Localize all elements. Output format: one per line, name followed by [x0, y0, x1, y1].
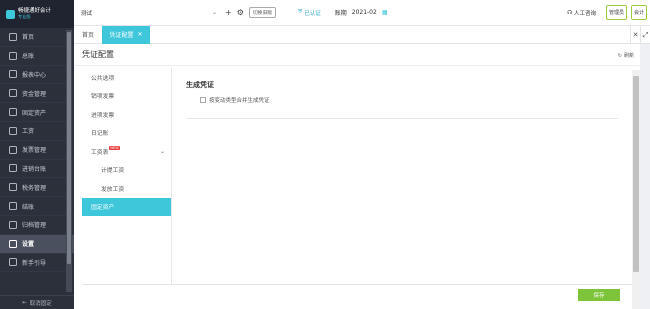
- menu-item-purchase-invoice[interactable]: 进项发票: [82, 105, 171, 124]
- section-title: 生成凭证: [186, 81, 214, 89]
- sidebar-item-tax[interactable]: 税务管理: [0, 178, 74, 198]
- merge-by-change-type-option[interactable]: 按变动类型合并生成凭证: [200, 96, 620, 104]
- menu-item-accrue-salary[interactable]: 计提工资: [82, 161, 171, 180]
- certified-badge[interactable]: ⛨ 已认证: [298, 9, 321, 17]
- tax-icon: [9, 183, 17, 192]
- content-scrollbar[interactable]: [632, 70, 640, 309]
- tab-voucher-config[interactable]: 凭证配置 ✕: [102, 25, 151, 44]
- asset-icon: [9, 108, 17, 117]
- logo[interactable]: 畅捷通好会计 专业版: [0, 0, 74, 28]
- sidebar-item-home[interactable]: 首页: [0, 28, 74, 47]
- tabs-bar: 首页 凭证配置 ✕ ✕ ⤢: [74, 25, 650, 44]
- ledger-icon: [9, 51, 17, 60]
- guide-icon: [9, 258, 17, 267]
- chevron-left-icon: ⇤: [22, 299, 27, 306]
- archive-icon: [9, 220, 17, 229]
- chevron-down-icon[interactable]: ⌄: [160, 148, 165, 155]
- new-badge: NEW: [109, 146, 120, 151]
- inventory-icon: [9, 164, 17, 173]
- menu-item-payroll[interactable]: 工资表 NEW ⌄: [82, 142, 171, 161]
- divider: [186, 118, 618, 119]
- logo-icon: [6, 9, 15, 19]
- salary-icon: [9, 126, 17, 135]
- topbar: 测试 ⌄ + ⚙ 切换旧版 ⛨ 已认证 账期 2021-02 ▦ ☊ 人工咨询 …: [74, 0, 650, 26]
- unpin-sidebar-button[interactable]: ⇤ 取消固定: [0, 295, 74, 309]
- sidebar-item-guide[interactable]: 新手引导: [0, 254, 74, 273]
- sidebar-nav: 首页 总账 报表中心 资金管理 固定资产 工资 发票管理 进销台账 税务管理 结…: [0, 28, 74, 273]
- fund-icon: [9, 89, 17, 98]
- menu-item-fixed-assets[interactable]: 固定资产: [82, 197, 171, 216]
- menu-item-journal[interactable]: 日记账: [82, 124, 171, 143]
- close-icon[interactable]: ✕: [138, 31, 143, 38]
- sidebar-item-salary[interactable]: 工资: [0, 122, 74, 141]
- scroll-thumb[interactable]: [633, 76, 639, 272]
- save-button[interactable]: 保存: [578, 289, 620, 301]
- period-value: 2021-02: [351, 9, 377, 16]
- role-accountant-button[interactable]: 会计: [630, 5, 647, 20]
- sidebar-item-inventory[interactable]: 进销台账: [0, 160, 74, 179]
- period-selector[interactable]: 账期 2021-02 ▦: [335, 8, 388, 17]
- config-content: 生成凭证 按变动类型合并生成凭证: [186, 80, 620, 119]
- sidebar-item-checkout[interactable]: 结账: [0, 197, 74, 216]
- sidebar-item-archive[interactable]: 归档管理: [0, 216, 74, 235]
- gear-icon: [9, 239, 17, 248]
- menu-item-common-options[interactable]: 公共选项: [82, 68, 171, 87]
- close-all-tabs-icon[interactable]: ✕: [630, 25, 640, 44]
- menu-item-pay-salary[interactable]: 发放工资: [82, 179, 171, 198]
- customer-service-button[interactable]: ☊ 人工咨询: [567, 9, 596, 17]
- tab-home[interactable]: 首页: [74, 26, 102, 44]
- shield-icon: ⛨: [298, 9, 303, 15]
- chevron-down-icon: ⌄: [211, 9, 217, 16]
- checkout-icon: [9, 202, 17, 211]
- invoice-icon: [9, 145, 17, 154]
- role-admin-button[interactable]: 管理员: [605, 5, 627, 20]
- expand-icon[interactable]: ⤢: [640, 25, 650, 44]
- menu-item-sales-invoice[interactable]: 销项发票: [82, 87, 171, 106]
- switch-old-version-button[interactable]: 切换旧版: [248, 7, 277, 18]
- add-icon[interactable]: +: [225, 8, 232, 17]
- page-title: 凭证配置: [82, 50, 114, 59]
- sidebar-scrollbar[interactable]: [66, 30, 72, 292]
- logo-subtitle: 专业版: [18, 13, 31, 19]
- calendar-icon: ▦: [381, 9, 388, 16]
- page-header: 凭证配置 ↻ 刷新: [74, 44, 640, 66]
- sidebar-item-invoices[interactable]: 发票管理: [0, 141, 74, 160]
- main-panel: 凭证配置 ↻ 刷新 公共选项 销项发票 进项发票 日记账 工资表 NEW ⌄ 计…: [74, 44, 640, 309]
- company-select[interactable]: 测试 ⌄: [78, 5, 220, 21]
- report-icon: [9, 70, 17, 79]
- headset-icon: ☊: [567, 9, 572, 16]
- config-menu: 公共选项 销项发票 进项发票 日记账 工资表 NEW ⌄ 计提工资 发放工资 固…: [82, 68, 172, 284]
- sidebar-scroll-thumb[interactable]: [67, 32, 71, 264]
- refresh-button[interactable]: ↻ 刷新: [617, 52, 634, 60]
- footer-bar: 保存: [82, 284, 632, 304]
- sidebar-item-reports[interactable]: 报表中心: [0, 66, 74, 85]
- sidebar-item-funds[interactable]: 资金管理: [0, 84, 74, 104]
- gear-icon[interactable]: ⚙: [237, 8, 244, 17]
- refresh-icon: ↻: [617, 52, 622, 59]
- merge-checkbox[interactable]: [200, 97, 206, 103]
- home-icon: [9, 32, 17, 41]
- sidebar-item-settings[interactable]: 设置: [0, 234, 74, 254]
- sidebar-item-ledger[interactable]: 总账: [0, 47, 74, 66]
- sidebar: 畅捷通好会计 专业版 首页 总账 报表中心 资金管理 固定资产 工资 发票管理 …: [0, 0, 74, 309]
- sidebar-item-assets[interactable]: 固定资产: [0, 103, 74, 122]
- period-label: 账期: [334, 10, 347, 17]
